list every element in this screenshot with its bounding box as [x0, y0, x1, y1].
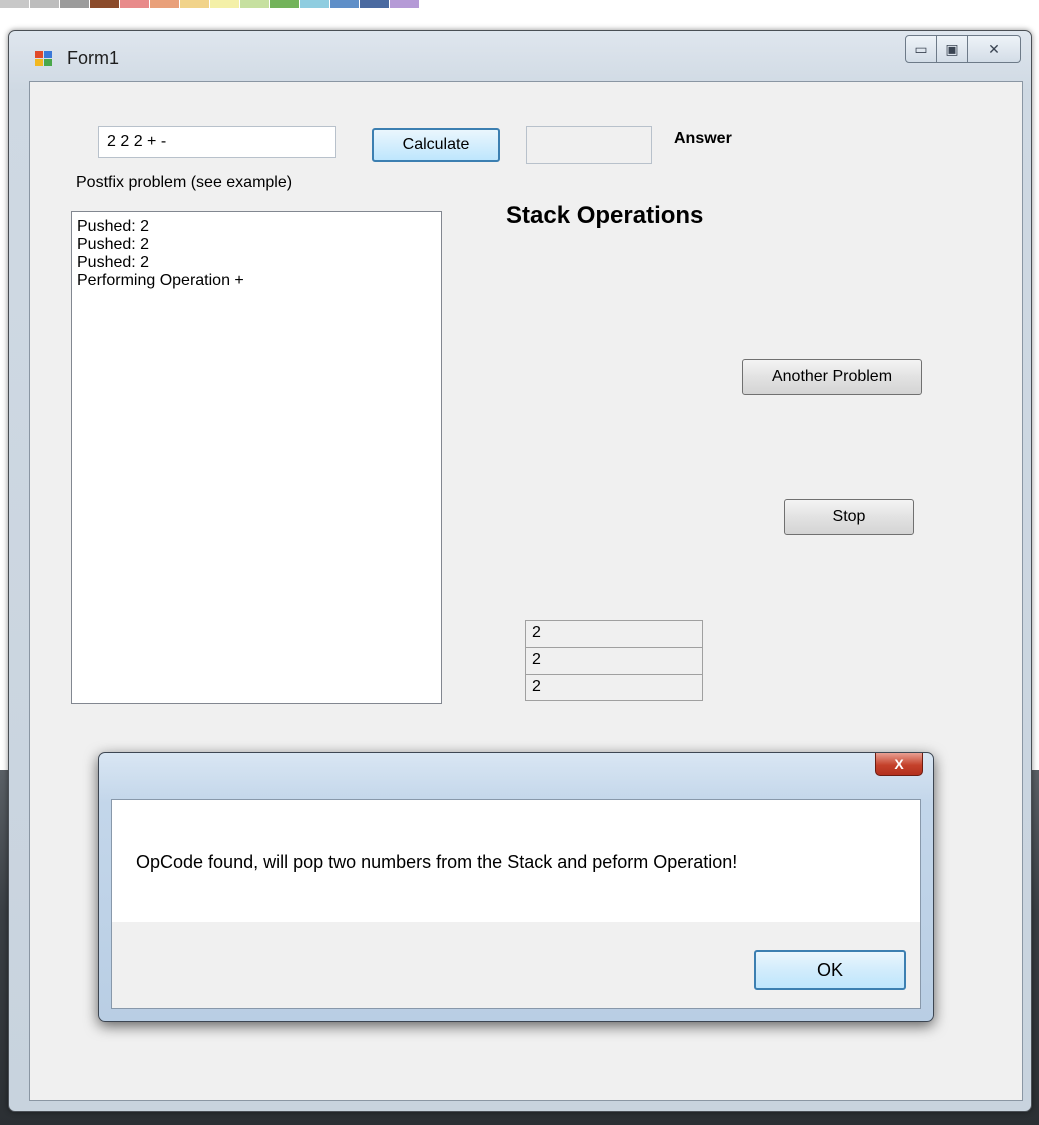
- background-color-strip: [0, 0, 420, 8]
- stack-cell: 2: [525, 674, 703, 701]
- dialog-close-button[interactable]: X: [875, 753, 923, 776]
- caption-buttons: ▭ ▣ ✕: [905, 35, 1021, 63]
- color-swatch: [120, 0, 150, 8]
- color-swatch: [390, 0, 420, 8]
- operations-log-list[interactable]: Pushed: 2 Pushed: 2 Pushed: 2 Performing…: [71, 211, 442, 704]
- color-swatch: [90, 0, 120, 8]
- stack-cell: 2: [525, 620, 703, 647]
- color-swatch: [150, 0, 180, 8]
- window-title: Form1: [67, 48, 120, 68]
- ok-button[interactable]: OK: [754, 950, 906, 990]
- stack-operations-heading: Stack Operations: [506, 202, 704, 229]
- postfix-label: Postfix problem (see example): [76, 174, 293, 191]
- dialog-body: OpCode found, will pop two numbers from …: [111, 799, 921, 1009]
- list-item[interactable]: Performing Operation +: [77, 272, 436, 290]
- message-box-dialog: X OpCode found, will pop two numbers fro…: [98, 752, 934, 1022]
- color-swatch: [360, 0, 390, 8]
- color-swatch: [330, 0, 360, 8]
- list-item[interactable]: Pushed: 2: [77, 236, 436, 254]
- app-icon: [35, 51, 53, 67]
- stop-button[interactable]: Stop: [784, 499, 914, 535]
- color-swatch: [180, 0, 210, 8]
- calculate-button[interactable]: Calculate: [372, 128, 500, 162]
- title-bar[interactable]: Form1 ▭ ▣ ✕: [9, 31, 1031, 77]
- color-swatch: [0, 0, 30, 8]
- maximize-button[interactable]: ▣: [937, 35, 968, 63]
- list-item[interactable]: Pushed: 2: [77, 254, 436, 272]
- list-item[interactable]: Pushed: 2: [77, 218, 436, 236]
- another-problem-button[interactable]: Another Problem: [742, 359, 922, 395]
- color-swatch: [30, 0, 60, 8]
- stack-display: 2 2 2: [525, 620, 703, 701]
- dialog-message: OpCode found, will pop two numbers from …: [136, 852, 738, 872]
- stack-cell: 2: [525, 647, 703, 674]
- close-button[interactable]: ✕: [968, 35, 1021, 63]
- color-swatch: [270, 0, 300, 8]
- postfix-input[interactable]: [98, 126, 336, 158]
- color-swatch: [60, 0, 90, 8]
- color-swatch: [210, 0, 240, 8]
- color-swatch: [240, 0, 270, 8]
- answer-field[interactable]: [526, 126, 652, 164]
- answer-label: Answer: [674, 130, 732, 147]
- color-swatch: [300, 0, 330, 8]
- minimize-button[interactable]: ▭: [905, 35, 937, 63]
